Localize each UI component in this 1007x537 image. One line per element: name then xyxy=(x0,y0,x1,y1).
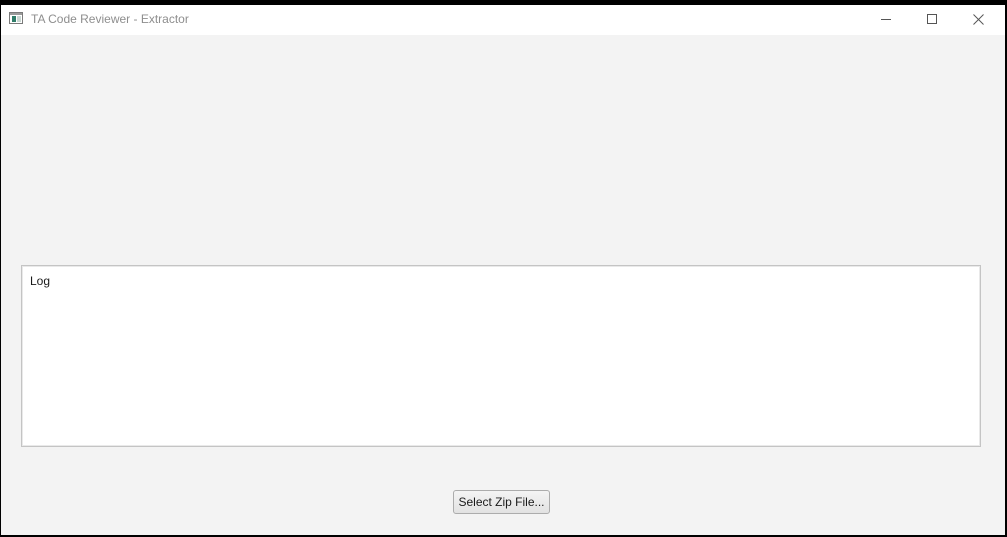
select-zip-file-button[interactable]: Select Zip File... xyxy=(453,490,550,514)
minimize-button[interactable] xyxy=(863,5,909,35)
app-window-icon xyxy=(9,12,23,24)
window-title: TA Code Reviewer - Extractor xyxy=(31,12,189,26)
log-textarea[interactable]: Log xyxy=(21,265,981,447)
log-text: Log xyxy=(30,274,51,288)
maximize-icon xyxy=(927,14,937,24)
title-bar[interactable]: TA Code Reviewer - Extractor xyxy=(1,5,1005,35)
app-window: TA Code Reviewer - Extractor Log Select … xyxy=(1,5,1005,535)
minimize-icon xyxy=(881,19,891,20)
close-icon xyxy=(973,14,984,25)
maximize-button[interactable] xyxy=(909,5,955,35)
close-button[interactable] xyxy=(955,5,1001,35)
